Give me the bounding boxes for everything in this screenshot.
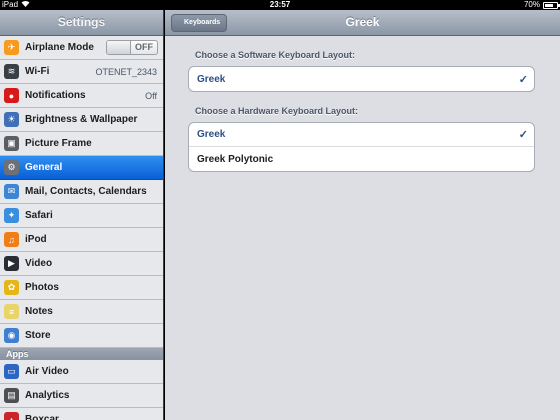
detail-pane: Keyboards Greek Choose a Software Keyboa…: [165, 10, 560, 420]
sidebar-navbar: Settings: [0, 10, 163, 36]
sidebar-item-label: iPod: [25, 234, 47, 245]
picture-frame-icon: ▣: [4, 136, 19, 151]
sidebar-item-label: Mail, Contacts, Calendars: [25, 186, 147, 197]
sidebar-item-label: General: [25, 162, 63, 173]
hardware-layout-header: Choose a Hardware Keyboard Layout:: [195, 106, 359, 116]
hardware-option-greek[interactable]: Greek ✓: [189, 123, 534, 147]
toggle-state-label: OFF: [135, 42, 153, 52]
video-icon: ▶: [4, 256, 19, 271]
sidebar-item-safari[interactable]: ✦ Safari: [0, 204, 163, 228]
sidebar-item-boxcar[interactable]: ▲ Boxcar: [0, 408, 163, 420]
apps-section-header: Apps: [0, 348, 163, 360]
checkmark-icon: ✓: [518, 73, 528, 86]
sidebar-item-label: Store: [25, 330, 51, 341]
option-label: Greek: [197, 73, 226, 85]
sidebar-item-label: Photos: [25, 282, 59, 293]
sidebar-item-label: Brightness & Wallpaper: [25, 114, 138, 125]
hardware-layout-group: Greek ✓ Greek Polytonic: [188, 122, 535, 172]
sidebar-item-photos[interactable]: ✿ Photos: [0, 276, 163, 300]
option-label: Greek: [197, 129, 226, 140]
toggle-knob: [107, 41, 131, 54]
sidebar-item-label: Air Video: [25, 366, 69, 377]
sidebar-item-label: Video: [25, 258, 53, 269]
sidebar-item-video[interactable]: ▶ Video: [0, 252, 163, 276]
settings-sidebar[interactable]: Settings ✈ Airplane Mode OFF ≋ Wi-Fi OTENET_2…: [0, 10, 164, 420]
analytics-icon: ▤: [4, 388, 19, 403]
sidebar-item-label: Airplane Mode: [25, 42, 94, 53]
ipod-icon: ♫: [4, 232, 19, 247]
checkmark-icon: ✓: [518, 129, 528, 141]
sidebar-item-brightness-wallpaper[interactable]: ☀ Brightness & Wallpaper: [0, 108, 163, 132]
sidebar-item-label: Notes: [25, 306, 53, 317]
status-bar: iPad 23:57 70%: [0, 0, 560, 10]
detail-title: Greek: [345, 15, 380, 29]
sidebar-item-analytics[interactable]: ▤ Analytics: [0, 384, 163, 408]
sidebar-item-wi-fi[interactable]: ≋ Wi-Fi OTENET_2343: [0, 60, 163, 84]
sidebar-item-ipod[interactable]: ♫ iPod: [0, 228, 163, 252]
sidebar-item-label: Safari: [25, 210, 53, 221]
sidebar-item-label: Boxcar: [25, 414, 59, 420]
status-right: 70%: [523, 0, 560, 10]
sidebar-item-notes[interactable]: ≡ Notes: [0, 300, 163, 324]
option-label: Greek Polytonic: [197, 153, 274, 165]
sidebar-item-label: Wi-Fi: [25, 66, 50, 77]
sidebar-item-general[interactable]: ⚙ General: [0, 156, 163, 180]
sidebar-item-label: Picture Frame: [25, 138, 92, 149]
battery-percent: 70%: [523, 0, 540, 9]
sidebar-item-air-video[interactable]: ▭ Air Video: [0, 360, 163, 384]
boxcar-icon: ▲: [4, 412, 19, 420]
airplane-icon: ✈: [4, 40, 19, 55]
sidebar-item-store[interactable]: ◉ Store: [0, 324, 163, 348]
apps-list: ▭ Air Video ▤ Analytics ▲ Boxcar: [0, 360, 163, 420]
brightness-icon: ☀: [4, 112, 19, 127]
sidebar-item-value: Off: [145, 90, 157, 101]
software-layout-group: Greek ✓: [188, 66, 535, 92]
detail-navbar: Keyboards Greek: [165, 10, 560, 36]
sidebar-item-notifications[interactable]: ● Notifications Off: [0, 84, 163, 108]
mail-icon: ✉: [4, 184, 19, 199]
battery-icon: [543, 1, 560, 9]
notifications-icon: ●: [4, 88, 19, 103]
sidebar-item-value: OTENET_2343: [95, 66, 157, 77]
photos-icon: ✿: [4, 280, 19, 295]
software-option-greek[interactable]: Greek ✓: [189, 67, 534, 91]
wifi-icon: ≋: [4, 64, 19, 79]
sidebar-list: ✈ Airplane Mode OFF ≋ Wi-Fi OTENET_2343 ● Notif…: [0, 36, 163, 348]
safari-icon: ✦: [4, 208, 19, 223]
store-icon: ◉: [4, 328, 19, 343]
notes-icon: ≡: [4, 304, 19, 319]
airplane-mode-toggle[interactable]: OFF: [106, 40, 158, 55]
gear-icon: ⚙: [4, 160, 19, 175]
sidebar-item-picture-frame[interactable]: ▣ Picture Frame: [0, 132, 163, 156]
sidebar-item-label: Notifications: [25, 90, 86, 101]
sidebar-item-label: Analytics: [25, 390, 70, 401]
sidebar-title: Settings: [57, 15, 106, 29]
sidebar-item-airplane-mode[interactable]: ✈ Airplane Mode OFF: [0, 36, 163, 60]
hardware-option-greek-polytonic[interactable]: Greek Polytonic: [189, 147, 534, 171]
sidebar-item-mail-contacts-calendars[interactable]: ✉ Mail, Contacts, Calendars: [0, 180, 163, 204]
air-video-icon: ▭: [4, 364, 19, 379]
software-layout-header: Choose a Software Keyboard Layout:: [195, 50, 356, 60]
status-time: 23:57: [269, 0, 291, 9]
